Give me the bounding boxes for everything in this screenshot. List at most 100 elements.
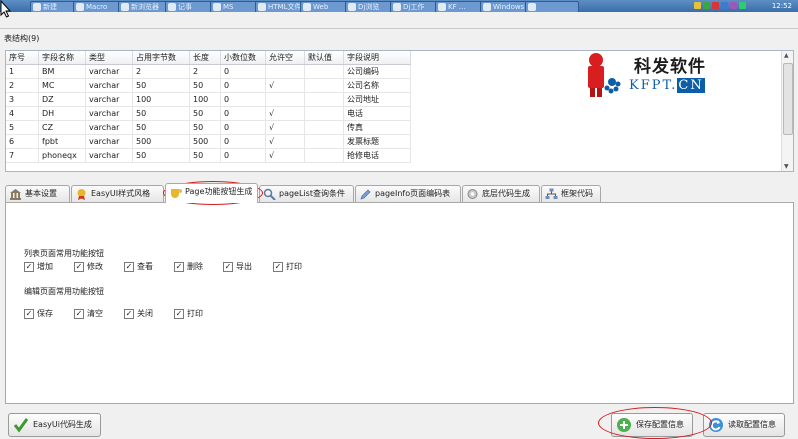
checkbox-box[interactable]: ✓ <box>223 262 233 272</box>
tab-5[interactable]: pageInfo页面编码表 <box>355 185 461 202</box>
checkbox-list_section-1[interactable]: ✓ 修改 <box>74 262 103 272</box>
checkbox-edit_section-1[interactable]: ✓ 清空 <box>74 309 103 319</box>
checkbox-box[interactable]: ✓ <box>124 309 134 319</box>
refresh-icon <box>709 418 723 432</box>
grid-vertical-scrollbar[interactable]: ▲ ▼ <box>781 51 793 171</box>
checkbox-box[interactable]: ✓ <box>273 262 283 272</box>
table-row[interactable]: 1 BM varchar 2 2 0 公司编码 <box>6 64 411 79</box>
table-cell: 50 <box>132 148 190 163</box>
tab-1[interactable]: 基本设置 <box>5 185 70 202</box>
table-cell: 500 <box>189 134 221 149</box>
table-cell: varchar <box>85 78 133 93</box>
table-cell: 5 <box>6 120 39 135</box>
checkbox-list_section-3[interactable]: ✓ 删除 <box>174 262 203 272</box>
tab-3[interactable]: Page功能按钮生成 <box>165 183 258 203</box>
taskbar-item-label: 新建 <box>43 3 57 11</box>
table-cell: 4 <box>6 106 39 121</box>
easyui-generate-button[interactable]: EasyUi代码生成 <box>8 413 101 437</box>
table-cell: MC <box>38 78 86 93</box>
table-row[interactable]: 5 CZ varchar 50 50 0 √ 传真 <box>6 120 411 135</box>
table-row[interactable]: 4 DH varchar 50 50 0 √ 电话 <box>6 106 411 121</box>
table-cell: 50 <box>132 106 190 121</box>
checkbox-box[interactable]: ✓ <box>74 309 84 319</box>
checkbox-label: 打印 <box>187 309 203 318</box>
tray-icon[interactable] <box>721 2 728 9</box>
checkbox-box[interactable]: ✓ <box>124 262 134 272</box>
logo-url-main: KFPT <box>629 78 672 93</box>
column-header[interactable]: 默认值 <box>304 51 344 65</box>
table-cell: √ <box>265 148 305 163</box>
table-cell: 100 <box>189 92 221 107</box>
system-tray[interactable] <box>694 2 764 10</box>
table-row[interactable]: 7 phoneqx varchar 50 50 0 √ 抢修电话 <box>6 148 411 163</box>
table-cell: CZ <box>38 120 86 135</box>
column-header[interactable]: 序号 <box>6 51 39 65</box>
checkbox-list_section-0[interactable]: ✓ 增加 <box>24 262 53 272</box>
gear-icon <box>467 189 478 199</box>
app-icon <box>483 3 491 11</box>
tray-icon[interactable] <box>703 2 710 9</box>
checkbox-label: 导出 <box>236 262 252 271</box>
table-row[interactable]: 3 DZ varchar 100 100 0 公司地址 <box>6 92 411 107</box>
kfpt-logo: 科发软件 KFPT.CN <box>582 50 732 102</box>
taskbar-item[interactable] <box>525 1 579 12</box>
table-cell: 抢修电话 <box>343 148 411 163</box>
taskbar-item[interactable]: 新浏览器 <box>118 1 172 12</box>
column-header[interactable]: 允许空 <box>265 51 305 65</box>
scroll-up-icon[interactable]: ▲ <box>784 52 789 59</box>
logo-brand-text: 科发软件 <box>634 57 706 77</box>
checkbox-box[interactable]: ✓ <box>24 309 34 319</box>
tab-4[interactable]: pageList查询条件 <box>259 185 354 202</box>
tab-6[interactable]: 底层代码生成 <box>462 185 540 202</box>
tray-icon[interactable] <box>694 2 701 9</box>
scroll-down-icon[interactable]: ▼ <box>784 163 789 170</box>
column-header[interactable]: 占用字节数 <box>132 51 190 65</box>
table-row[interactable]: 2 MC varchar 50 50 0 √ 公司名称 <box>6 78 411 93</box>
app-icon <box>76 3 84 11</box>
checkbox-box[interactable]: ✓ <box>74 262 84 272</box>
taskbar-item-label: HTML文件 <box>268 3 302 11</box>
checkbox-box[interactable]: ✓ <box>174 309 184 319</box>
checkbox-list_section-2[interactable]: ✓ 查看 <box>124 262 153 272</box>
tray-icon[interactable] <box>730 2 737 9</box>
tab-2[interactable]: EasyUI样式风格 <box>71 185 164 202</box>
checkbox-list_section-5[interactable]: ✓ 打印 <box>273 262 302 272</box>
column-header[interactable]: 小数位数 <box>220 51 266 65</box>
checkbox-edit_section-2[interactable]: ✓ 关闭 <box>124 309 153 319</box>
pencil-icon <box>360 189 371 200</box>
table-cell: √ <box>265 134 305 149</box>
table-cell: 公司编码 <box>343 64 411 79</box>
table-cell: 0 <box>220 78 266 93</box>
tray-icon[interactable] <box>739 2 746 9</box>
tab-label: 框架代码 <box>561 189 593 198</box>
column-header[interactable]: 长度 <box>189 51 221 65</box>
table-cell: 50 <box>189 78 221 93</box>
table-cell: √ <box>265 78 305 93</box>
read-config-button[interactable]: 读取配置信息 <box>703 413 785 437</box>
save-plus-icon <box>617 418 631 432</box>
table-cell: 公司地址 <box>343 92 411 107</box>
field-table: 序号 字段名称 类型 占用字节数 长度 小数位数 允许空 默认值 字段说明 1 BM varchar… <box>6 51 411 163</box>
divider <box>0 28 798 29</box>
checkbox-box[interactable]: ✓ <box>24 262 34 272</box>
tray-icon[interactable] <box>712 2 719 9</box>
edit-buttons-section-title: 编辑页面常用功能按钮 <box>24 287 104 296</box>
taskbar: 新建 Macro 新浏览器 记事 MS HTML文件 Web Dj浏览 Dj工作 KF ... Wi… <box>0 0 798 12</box>
scrollbar-thumb[interactable] <box>783 63 793 135</box>
table-cell: varchar <box>85 64 133 79</box>
table-cell <box>304 148 344 163</box>
checkbox-list_section-4[interactable]: ✓ 导出 <box>223 262 252 272</box>
column-header[interactable]: 类型 <box>85 51 133 65</box>
column-header[interactable]: 字段说明 <box>343 51 411 65</box>
table-cell: fpbt <box>38 134 86 149</box>
checkbox-edit_section-0[interactable]: ✓ 保存 <box>24 309 53 319</box>
checkbox-edit_section-3[interactable]: ✓ 打印 <box>174 309 203 319</box>
table-cell: √ <box>265 106 305 121</box>
column-header[interactable]: 字段名称 <box>38 51 86 65</box>
tab-7[interactable]: 框架代码 <box>541 185 601 202</box>
table-cell: 6 <box>6 134 39 149</box>
table-row[interactable]: 6 fpbt varchar 500 500 0 √ 发票标题 <box>6 134 411 149</box>
checkbox-box[interactable]: ✓ <box>174 262 184 272</box>
save-config-button[interactable]: 保存配置信息 <box>611 413 693 437</box>
table-cell: 3 <box>6 92 39 107</box>
